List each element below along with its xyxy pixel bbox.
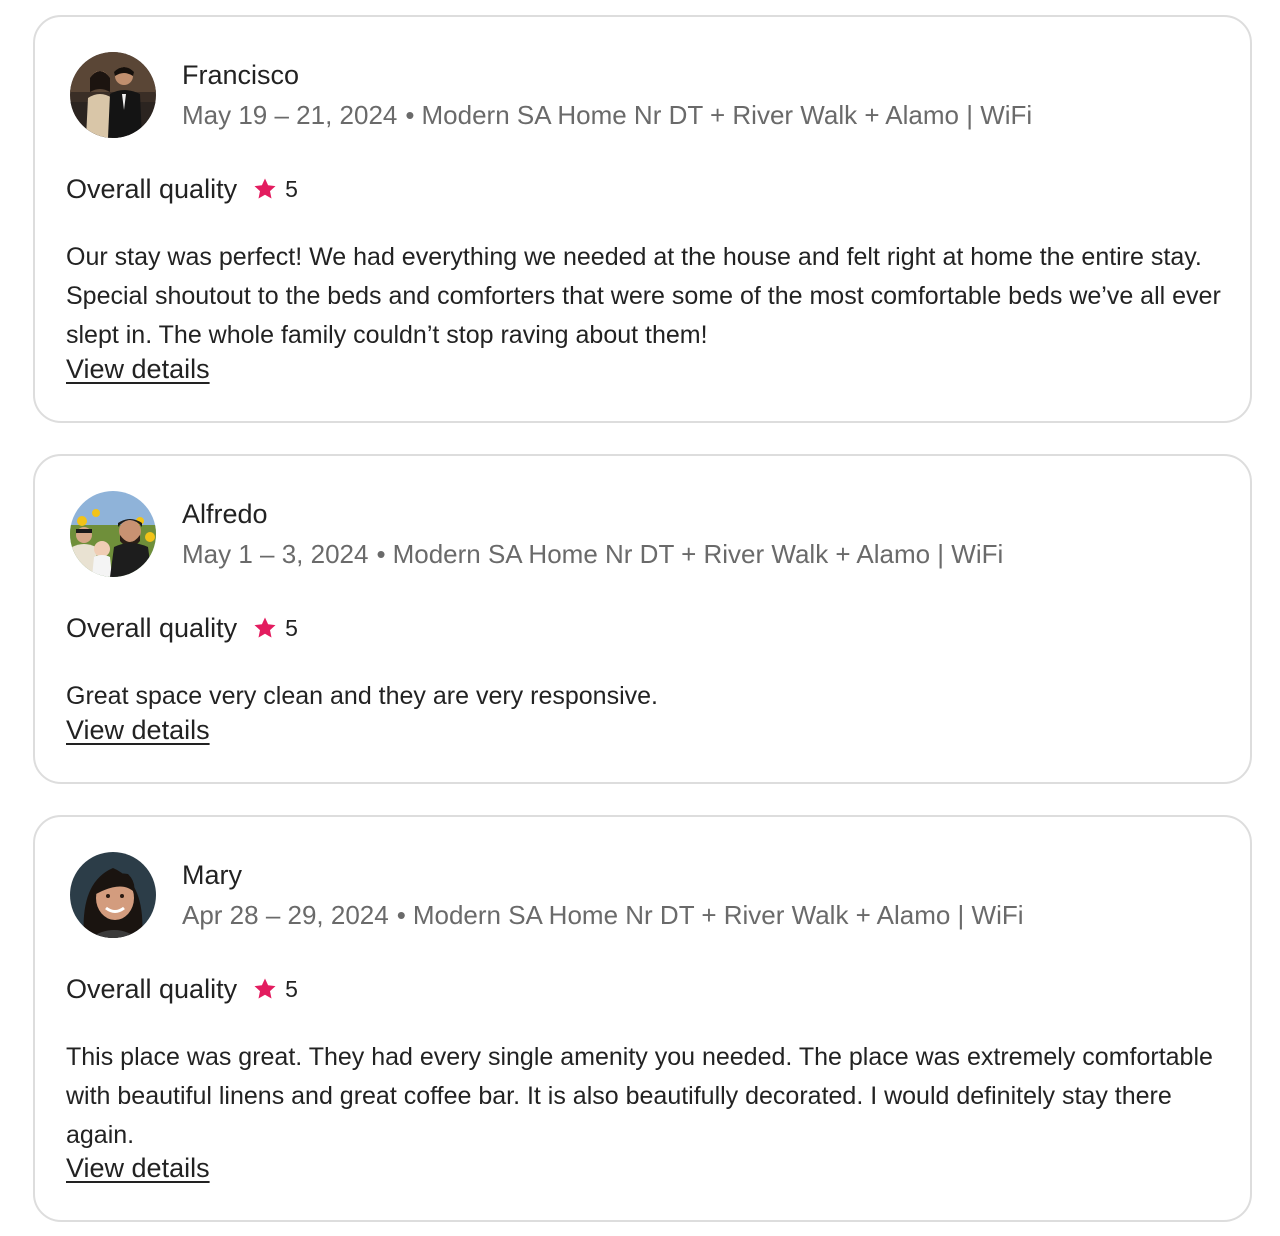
stay-dates: Apr 28 – 29, 2024 [182, 900, 389, 930]
reviewer-avatar[interactable] [70, 52, 156, 138]
rating-value: 5 [285, 175, 298, 202]
avatar-photo [70, 52, 156, 138]
listing-title: Modern SA Home Nr DT + River Walk + Alam… [412, 900, 1024, 930]
rating-row: Overall quality 5 [66, 171, 298, 207]
reviewer-name: Alfredo [182, 499, 268, 529]
review-card: Francisco May 19 – 21, 2024 • Modern SA Ho… [33, 15, 1252, 423]
stay-dates: May 1 – 3, 2024 [182, 539, 369, 569]
rating-row: Overall quality 5 [66, 971, 298, 1007]
star-icon [254, 978, 276, 999]
view-details-link[interactable]: View details [66, 354, 210, 385]
review-card: Alfredo May 1 – 3, 2024 • Modern SA Home N… [33, 454, 1252, 784]
reviewer-name: Francisco [182, 60, 300, 90]
listing-title: Modern SA Home Nr DT + River Walk + Alam… [392, 539, 1004, 569]
view-details-link[interactable]: View details [66, 1153, 210, 1184]
stay-info: May 1 – 3, 2024 • Modern SA Home Nr DT + R… [182, 538, 1003, 570]
avatar-photo [70, 852, 156, 938]
rating-label: Overall quality [66, 173, 238, 204]
stay-dates: May 19 – 21, 2024 [182, 100, 398, 130]
listing-title: Modern SA Home Nr DT + River Walk + Alam… [421, 100, 1033, 130]
avatar-photo [70, 491, 156, 577]
stay-info: May 19 – 21, 2024 • Modern SA Home Nr DT +… [182, 99, 1032, 131]
rating-row: Overall quality 5 [66, 610, 298, 646]
rating-value: 5 [285, 975, 298, 1002]
rating-label: Overall quality [66, 612, 238, 643]
reviewer-avatar[interactable] [70, 491, 156, 577]
review-card: Mary Apr 28 – 29, 2024 • Modern SA Home Nr… [33, 815, 1252, 1222]
view-details-link[interactable]: View details [66, 715, 210, 746]
rating-value: 5 [285, 614, 298, 641]
review-text: Great space very clean and they are very… [66, 682, 658, 710]
separator-dot: • [376, 539, 386, 569]
review-text: Our stay was perfect! We had everything … [66, 243, 1221, 349]
review-text: This place was great. They had every sin… [66, 1043, 1213, 1149]
rating-label: Overall quality [66, 973, 238, 1004]
star-icon [254, 178, 276, 199]
separator-dot: • [396, 900, 406, 930]
stay-info: Apr 28 – 29, 2024 • Modern SA Home Nr DT +… [182, 899, 1024, 931]
reviewer-avatar[interactable] [70, 852, 156, 938]
separator-dot: • [405, 100, 415, 130]
reviewer-name: Mary [182, 860, 242, 890]
star-icon [254, 617, 276, 638]
